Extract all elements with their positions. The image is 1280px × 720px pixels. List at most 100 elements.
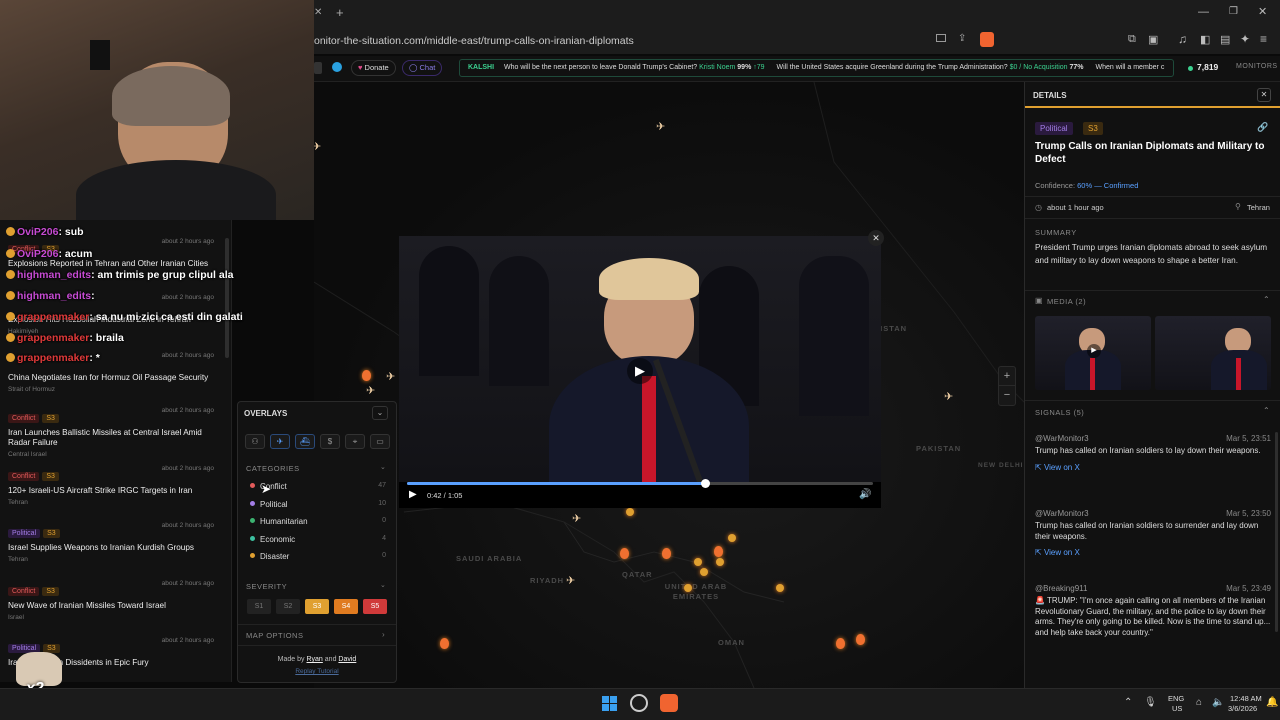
- share-icon[interactable]: ⇪: [958, 33, 966, 44]
- event-marker[interactable]: [694, 558, 702, 566]
- media-thumbnail[interactable]: [1155, 316, 1271, 390]
- satellite-icon[interactable]: ⌖: [345, 434, 365, 449]
- event-marker[interactable]: [836, 638, 845, 649]
- category-political[interactable]: Political 10: [250, 500, 386, 509]
- aircraft-icon[interactable]: ✈: [386, 370, 395, 383]
- video-player[interactable]: ▶ ▶ 0:42 / 1:05 🔊: [399, 236, 881, 508]
- aircraft-icon[interactable]: ✈: [566, 574, 575, 587]
- volume-icon[interactable]: 🔊: [859, 489, 871, 500]
- chevron-down-icon[interactable]: ⌄: [380, 581, 386, 589]
- aircraft-icon[interactable]: ✈: [366, 384, 375, 397]
- event-marker[interactable]: [626, 508, 634, 516]
- feed-item[interactable]: Conflict S3 about 2 hours ago New Wave of I…: [8, 580, 226, 621]
- severity-s5[interactable]: S5: [363, 599, 387, 614]
- feed-item[interactable]: Political S3 about 2 hours ago Israel Suppl…: [8, 522, 226, 563]
- aircraft-toggle-icon[interactable]: ✈: [270, 434, 290, 449]
- chat-username[interactable]: OviP206: [17, 226, 58, 238]
- aircraft-icon[interactable]: ✈: [944, 390, 953, 403]
- leo-icon[interactable]: ✦: [1240, 32, 1250, 46]
- chat-username[interactable]: grappenmaker: [17, 332, 89, 344]
- chat-username[interactable]: OviP206: [17, 248, 58, 260]
- ticker-item[interactable]: When will a member c: [1095, 64, 1164, 71]
- event-marker[interactable]: [440, 638, 449, 649]
- chevron-up-icon[interactable]: ⌃: [1263, 406, 1270, 415]
- play-icon[interactable]: ▶: [409, 489, 417, 500]
- zoom-in-button[interactable]: +: [999, 367, 1015, 386]
- event-marker[interactable]: [776, 584, 784, 592]
- event-marker[interactable]: [620, 548, 629, 559]
- details-scrollbar[interactable]: [1275, 432, 1278, 632]
- url-text[interactable]: onitor-the-situation.com/middle-east/tru…: [314, 28, 634, 54]
- category-humanitarian[interactable]: Humanitarian 0: [250, 517, 386, 526]
- people-icon[interactable]: ⚇: [245, 434, 265, 449]
- chevron-up-icon[interactable]: ⌃: [1263, 295, 1270, 304]
- telegram-icon[interactable]: [332, 62, 342, 72]
- close-details-icon[interactable]: ✕: [1257, 88, 1271, 102]
- severity-s2[interactable]: S2: [276, 599, 300, 614]
- view-on-x-link[interactable]: ⇱ View on X: [1035, 463, 1271, 472]
- notifications-icon[interactable]: 🔔: [1266, 697, 1278, 708]
- kalshi-ticker[interactable]: KALSHI Who will be the next person to le…: [459, 59, 1174, 77]
- event-marker[interactable]: [662, 548, 671, 559]
- menu-icon[interactable]: ≡: [1260, 32, 1267, 46]
- clock-date[interactable]: 3/6/2026: [1228, 704, 1257, 713]
- new-tab-button[interactable]: +: [336, 5, 344, 20]
- collapse-icon[interactable]: [314, 62, 322, 74]
- chat-username[interactable]: highman_edits: [17, 290, 91, 302]
- play-overlay-icon[interactable]: ▶: [627, 358, 653, 384]
- microphone-icon[interactable]: 🎙: [1144, 697, 1157, 708]
- event-marker[interactable]: [684, 584, 692, 592]
- donate-button[interactable]: ♥ Donate: [351, 60, 396, 76]
- chat-username[interactable]: grappenmaker: [17, 311, 89, 323]
- chat-button[interactable]: ◯ Chat: [402, 60, 443, 76]
- tabs-icon[interactable]: ▤: [1220, 33, 1230, 46]
- progress-handle[interactable]: [701, 479, 711, 488]
- reader-icon[interactable]: [936, 34, 946, 42]
- sidebar-icon[interactable]: ◧: [1200, 33, 1210, 46]
- obs-icon[interactable]: [630, 694, 648, 712]
- link-icon[interactable]: 🔗: [1257, 122, 1268, 133]
- media-thumbnail[interactable]: ▶: [1035, 316, 1151, 390]
- view-on-x-link[interactable]: ⇱ View on X: [1035, 548, 1271, 557]
- signal-author[interactable]: @WarMonitor3: [1035, 434, 1089, 443]
- camera-icon[interactable]: ▭: [370, 434, 390, 449]
- wallet-icon[interactable]: ▣: [1148, 33, 1158, 46]
- signal-author[interactable]: @Breaking911: [1035, 584, 1087, 593]
- brave-shield-icon[interactable]: [980, 32, 994, 47]
- category-economic[interactable]: Economic 4: [250, 535, 386, 544]
- event-marker[interactable]: [362, 370, 371, 381]
- ticker-item[interactable]: Who will be the next person to leave Don…: [504, 64, 775, 71]
- progress-track[interactable]: [407, 479, 873, 488]
- ticker-item[interactable]: Will the United States acquire Greenland…: [777, 64, 1094, 71]
- maximize-icon[interactable]: ❐: [1229, 6, 1238, 17]
- chevron-down-icon[interactable]: ⌄: [380, 463, 386, 471]
- close-video-icon[interactable]: ✕: [868, 230, 884, 246]
- severity-s4[interactable]: S4: [334, 599, 358, 614]
- signal-author[interactable]: @WarMonitor3: [1035, 509, 1089, 518]
- start-button[interactable]: [600, 694, 622, 716]
- chevron-right-icon[interactable]: ›: [382, 630, 385, 639]
- aircraft-icon[interactable]: ✈: [572, 512, 581, 525]
- map-options-button[interactable]: MAP OPTIONS: [246, 631, 303, 640]
- author-link[interactable]: Ryan: [306, 656, 322, 663]
- speaker-icon[interactable]: 🔈: [1212, 697, 1224, 708]
- severity-s3[interactable]: S3: [305, 599, 329, 614]
- close-tab-icon[interactable]: ✕: [314, 7, 322, 18]
- chat-username[interactable]: grappenmaker: [17, 352, 89, 364]
- event-marker[interactable]: [856, 634, 865, 645]
- language-secondary[interactable]: US: [1172, 704, 1182, 713]
- event-marker[interactable]: [716, 558, 724, 566]
- event-marker[interactable]: [728, 534, 736, 542]
- zoom-out-button[interactable]: −: [999, 386, 1015, 405]
- music-icon[interactable]: ♫: [1178, 32, 1187, 46]
- extensions-icon[interactable]: ⧉: [1128, 33, 1136, 46]
- aircraft-icon[interactable]: ✈: [656, 120, 665, 133]
- collapse-overlays-icon[interactable]: ⌄: [372, 406, 388, 420]
- event-marker[interactable]: [700, 568, 708, 576]
- minimize-icon[interactable]: —: [1198, 6, 1209, 18]
- language-primary[interactable]: ENG: [1168, 694, 1184, 703]
- replay-tutorial-link[interactable]: Replay Tutorial: [238, 668, 396, 675]
- ship-toggle-icon[interactable]: ⛴: [295, 434, 315, 449]
- feed-item[interactable]: Conflict S3 about 2 hours ago Iran Launches…: [8, 407, 226, 458]
- author-link[interactable]: David: [338, 656, 356, 663]
